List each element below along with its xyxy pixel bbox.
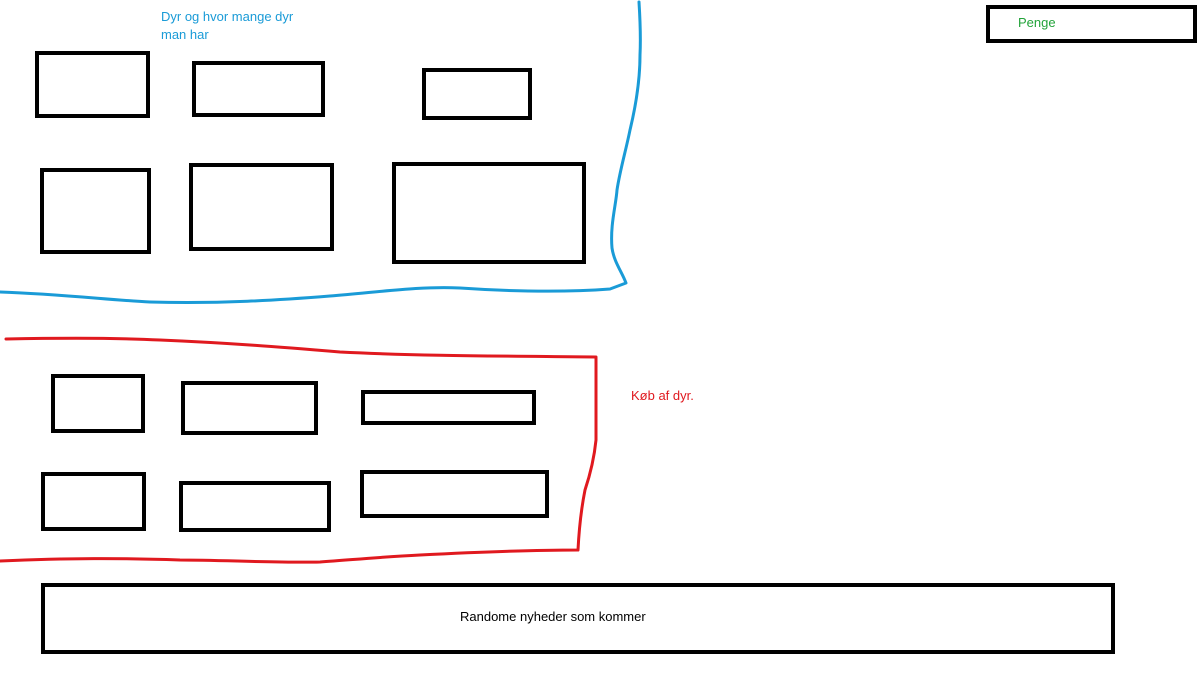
purchase-box-4[interactable] [41,472,146,531]
animals-section-label-line2: man har [161,27,209,42]
animal-box-2[interactable] [192,61,325,117]
purchase-box-3[interactable] [361,390,536,425]
animal-box-3[interactable] [422,68,532,120]
purchase-box-5[interactable] [179,481,331,532]
money-label: Penge [1018,15,1056,30]
purchase-box-2[interactable] [181,381,318,435]
purchase-section-label: Køb af dyr. [631,388,694,403]
news-box: Randome nyheder som kommer [41,583,1115,654]
animals-section-label: Dyr og hvor mange dyr man har [161,8,293,44]
animal-box-6[interactable] [392,162,586,264]
wireframe-canvas: Dyr og hvor mange dyr man har Køb af dyr… [0,0,1204,688]
animal-box-4[interactable] [40,168,151,254]
purchase-box-6[interactable] [360,470,549,518]
news-label: Randome nyheder som kommer [460,609,646,624]
animal-box-5[interactable] [189,163,334,251]
money-box: Penge [986,5,1197,43]
purchase-box-1[interactable] [51,374,145,433]
animals-section-label-line1: Dyr og hvor mange dyr [161,9,294,24]
animal-box-1[interactable] [35,51,150,118]
